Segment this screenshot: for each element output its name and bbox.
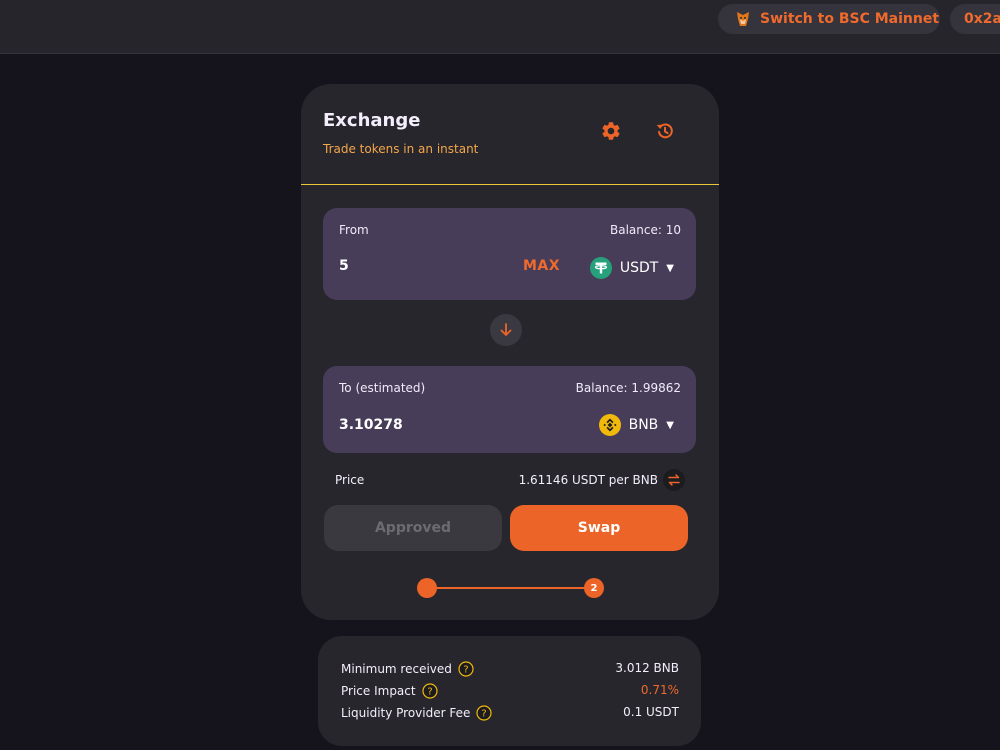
question-icon[interactable]: ? bbox=[458, 661, 474, 677]
minimum-received-label: Minimum received bbox=[341, 662, 452, 676]
price-impact-label: Price Impact bbox=[341, 684, 416, 698]
from-amount-input[interactable] bbox=[339, 258, 499, 274]
exchange-card: Exchange Trade tokens in an instant From… bbox=[301, 84, 719, 620]
tether-icon bbox=[589, 257, 612, 279]
top-bar: Switch to BSC Mainnet 0x2a bbox=[0, 0, 1000, 54]
wallet-address-button[interactable]: 0x2a bbox=[950, 4, 1000, 34]
from-label: From bbox=[339, 223, 369, 237]
price-impact-value: 0.71% bbox=[640, 683, 679, 697]
switch-network-label: Switch to BSC Mainnet bbox=[760, 11, 940, 27]
exchange-subtitle: Trade tokens in an instant bbox=[323, 142, 479, 156]
question-icon[interactable]: ? bbox=[421, 683, 438, 699]
lp-fee-label: Liquidity Provider Fee bbox=[341, 706, 471, 720]
lp-fee-row: Liquidity Provider Fee ? 0.1 USDT bbox=[341, 705, 679, 725]
from-token-select[interactable]: USDT ▼ bbox=[589, 257, 674, 279]
history-icon[interactable] bbox=[654, 120, 676, 142]
swap-price-direction-icon[interactable] bbox=[663, 469, 685, 491]
to-token-label: BNB bbox=[628, 417, 659, 433]
approved-button[interactable]: Approved bbox=[324, 505, 502, 551]
chevron-down-icon: ▼ bbox=[666, 262, 674, 274]
from-token-label: USDT bbox=[619, 260, 659, 276]
from-balance: Balance: 10 bbox=[610, 223, 681, 237]
arrow-down-icon bbox=[500, 323, 512, 336]
exchange-header: Exchange Trade tokens in an instant bbox=[301, 84, 719, 185]
bnb-icon bbox=[598, 414, 621, 436]
trade-details-card: Minimum received ? 3.012 BNB Price Impac… bbox=[318, 636, 701, 746]
chevron-down-icon: ▼ bbox=[666, 419, 674, 431]
lp-fee-value: 0.1 USDT bbox=[623, 705, 679, 719]
minimum-received-value: 3.012 BNB bbox=[615, 661, 679, 675]
to-token-select[interactable]: BNB ▼ bbox=[598, 414, 674, 436]
gear-icon[interactable] bbox=[600, 120, 622, 142]
svg-text:?: ? bbox=[427, 687, 432, 698]
exchange-title: Exchange bbox=[323, 110, 421, 131]
fox-icon bbox=[737, 12, 749, 26]
stepper-line bbox=[426, 587, 594, 589]
price-label: Price bbox=[335, 473, 365, 487]
switch-network-button[interactable]: Switch to BSC Mainnet bbox=[718, 4, 940, 34]
step-1-indicator bbox=[417, 578, 437, 598]
max-button[interactable]: MAX bbox=[523, 258, 560, 274]
svg-text:?: ? bbox=[482, 709, 487, 720]
price-impact-row: Price Impact ? 0.71% bbox=[341, 683, 679, 703]
to-amount-input[interactable] bbox=[339, 417, 499, 433]
question-icon[interactable]: ? bbox=[476, 705, 492, 721]
to-label: To (estimated) bbox=[339, 381, 426, 395]
to-balance: Balance: 1.99862 bbox=[575, 381, 681, 395]
price-value: 1.61146 USDT per BNB bbox=[518, 473, 658, 487]
step-2-indicator: 2 bbox=[584, 578, 604, 598]
swap-button[interactable]: Swap bbox=[510, 505, 688, 551]
minimum-received-row: Minimum received ? 3.012 BNB bbox=[341, 661, 679, 681]
to-panel: To (estimated) Balance: 1.99862 BNB ▼ bbox=[323, 366, 696, 453]
switch-direction-button[interactable] bbox=[490, 314, 522, 346]
svg-text:?: ? bbox=[463, 665, 468, 676]
from-panel: From Balance: 10 MAX USDT ▼ bbox=[323, 208, 696, 300]
